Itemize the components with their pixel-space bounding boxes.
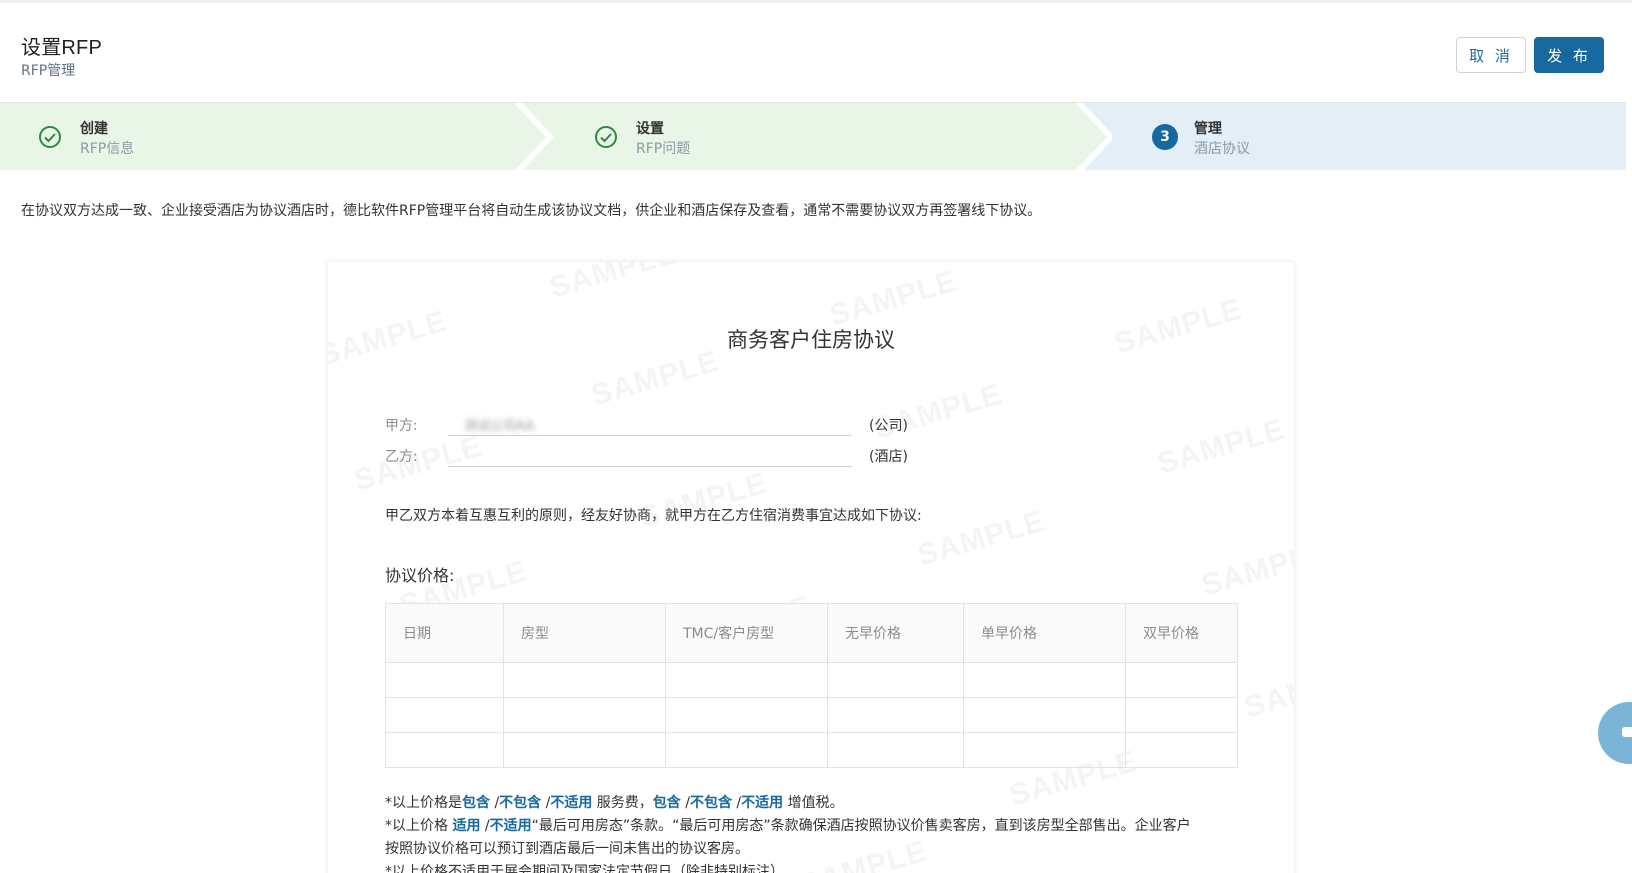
party-a-underline: [448, 435, 852, 436]
agreement-paragraph: 甲乙双方本着互惠互利的原则，经友好协商，就甲方在乙方住宿消费事宜达成如下协议:: [385, 508, 922, 524]
watermark: SAMPLE: [871, 378, 1006, 447]
note-text: “最后可用房态”条款。“最后可用房态”条款确保酒店按照协议价售卖客房，直到该房型…: [531, 818, 1191, 834]
table-row: [385, 697, 1238, 733]
check-circle-icon: [39, 126, 61, 148]
step-manage[interactable]: 3 管理 酒店协议: [1152, 103, 1592, 170]
watermark: SAMPLE: [1198, 535, 1294, 604]
watermark: SAMPLE: [1241, 657, 1294, 726]
option-applicable-lra[interactable]: 适用: [452, 818, 480, 834]
party-a-value: 测试公司AA: [464, 419, 535, 434]
column-header-date: 日期: [385, 603, 504, 663]
table-cell: [963, 697, 1126, 733]
watermark: SAMPLE: [636, 467, 771, 536]
table-cell: [665, 697, 828, 733]
party-b-suffix: (酒店): [869, 449, 908, 465]
step-title: 管理: [1194, 121, 1222, 137]
publish-button[interactable]: 发 布: [1534, 37, 1604, 73]
option-separator: /: [731, 795, 742, 811]
progress-stepper: 创建 RFP信息 设置 RFP问题 3 管理 酒店协议: [0, 102, 1626, 170]
note-text: 服务费，: [592, 795, 653, 811]
option-na-service[interactable]: 不适用: [550, 795, 592, 811]
column-header-single-breakfast: 单早价格: [963, 603, 1126, 663]
table-cell: [503, 662, 666, 698]
column-header-room-type: 房型: [503, 603, 666, 663]
table-header-row: 日期 房型 TMC/客户房型 无早价格 单早价格 双早价格: [385, 603, 1238, 663]
option-separator: /: [490, 795, 500, 811]
column-header-double-breakfast: 双早价格: [1125, 603, 1238, 663]
table-cell: [1125, 732, 1238, 768]
column-header-no-breakfast: 无早价格: [827, 603, 964, 663]
watermark: SAMPLE: [351, 430, 486, 499]
option-exclude-service[interactable]: 不包含: [499, 795, 541, 811]
table-cell: [963, 732, 1126, 768]
step-separator-icon: [514, 103, 554, 170]
table-cell: [385, 697, 504, 733]
option-include-vat[interactable]: 包含: [653, 795, 681, 811]
chat-float-button[interactable]: [1598, 702, 1632, 764]
step-create[interactable]: 创建 RFP信息: [38, 103, 478, 170]
watermark: SAMPLE: [546, 262, 681, 305]
step-title: 设置: [636, 121, 664, 137]
intro-text: 在协议双方达成一致、企业接受酒店为协议酒店时，德比软件RFP管理平台将自动生成该…: [21, 203, 1042, 219]
step-number-badge: 3: [1152, 124, 1178, 150]
step-settings[interactable]: 设置 RFP问题: [594, 103, 1034, 170]
option-include-service[interactable]: 包含: [462, 795, 490, 811]
party-a-label: 甲方:: [385, 418, 418, 434]
table-cell: [503, 732, 666, 768]
option-separator: /: [480, 818, 490, 834]
table-cell: [665, 732, 828, 768]
step-subtitle: 酒店协议: [1194, 141, 1250, 157]
note-text-line: 按照协议价格可以预订到酒店最后一间未售出的协议客房。: [385, 841, 749, 857]
option-exclude-vat[interactable]: 不包含: [690, 795, 732, 811]
note-text: *以上价格是: [385, 795, 462, 811]
check-circle-icon: [595, 126, 617, 148]
document-title: 商务客户住房协议: [727, 328, 895, 352]
table-cell: [827, 732, 964, 768]
party-b-underline: [448, 466, 852, 467]
table-cell: [827, 697, 964, 733]
breadcrumb[interactable]: RFP管理: [21, 60, 75, 80]
party-b-label: 乙方:: [385, 449, 418, 465]
option-not-applicable-lra[interactable]: 不适用: [490, 818, 532, 834]
watermark: SAMPLE: [1154, 413, 1289, 482]
cancel-button[interactable]: 取 消: [1456, 37, 1526, 73]
step-title: 创建: [80, 121, 108, 137]
watermark: SAMPLE: [914, 505, 1049, 574]
step-separator-icon: [1072, 103, 1112, 170]
table-row: [385, 732, 1238, 768]
option-na-vat[interactable]: 不适用: [741, 795, 783, 811]
table-cell: [665, 662, 828, 698]
agreement-document: SAMPLE SAMPLE SAMPLE SAMPLE SAMPLE SAMPL…: [328, 262, 1294, 873]
table-cell: [963, 662, 1126, 698]
table-cell: [1125, 697, 1238, 733]
page-header: 设置RFP RFP管理 取 消 发 布: [0, 0, 1632, 102]
price-section-title: 协议价格:: [385, 566, 455, 585]
note-service-fee: *以上价格是包含 /不包含 /不适用 服务费，包含 /不包含 /不适用 增值税。: [385, 792, 1235, 815]
table-cell: [385, 732, 504, 768]
note-text: *以上价格: [385, 818, 453, 834]
step-subtitle: RFP信息: [80, 141, 135, 157]
party-a-suffix: (公司): [869, 418, 908, 434]
price-notes: *以上价格是包含 /不包含 /不适用 服务费，包含 /不包含 /不适用 增值税。…: [385, 792, 1235, 873]
option-separator: /: [680, 795, 690, 811]
step-subtitle: RFP问题: [636, 141, 691, 157]
table-cell: [827, 662, 964, 698]
table-cell: [1125, 662, 1238, 698]
table-cell: [385, 662, 504, 698]
note-last-room-availability: *以上价格 适用 /不适用“最后可用房态”条款。“最后可用房态”条款确保酒店按照…: [385, 815, 1235, 838]
price-table: 日期 房型 TMC/客户房型 无早价格 单早价格 双早价格: [385, 603, 1238, 768]
table-row: [385, 662, 1238, 698]
table-cell: [503, 697, 666, 733]
note-holiday-exclusion: *以上价格不适用于展会期间及国家法定节假日（除非特别标注）: [385, 864, 784, 873]
option-separator: /: [541, 795, 551, 811]
page-title: 设置RFP: [21, 37, 102, 59]
note-text: 增值税。: [783, 795, 844, 811]
watermark: SAMPLE: [588, 345, 723, 414]
column-header-tmc-room-type: TMC/客户房型: [665, 603, 828, 663]
